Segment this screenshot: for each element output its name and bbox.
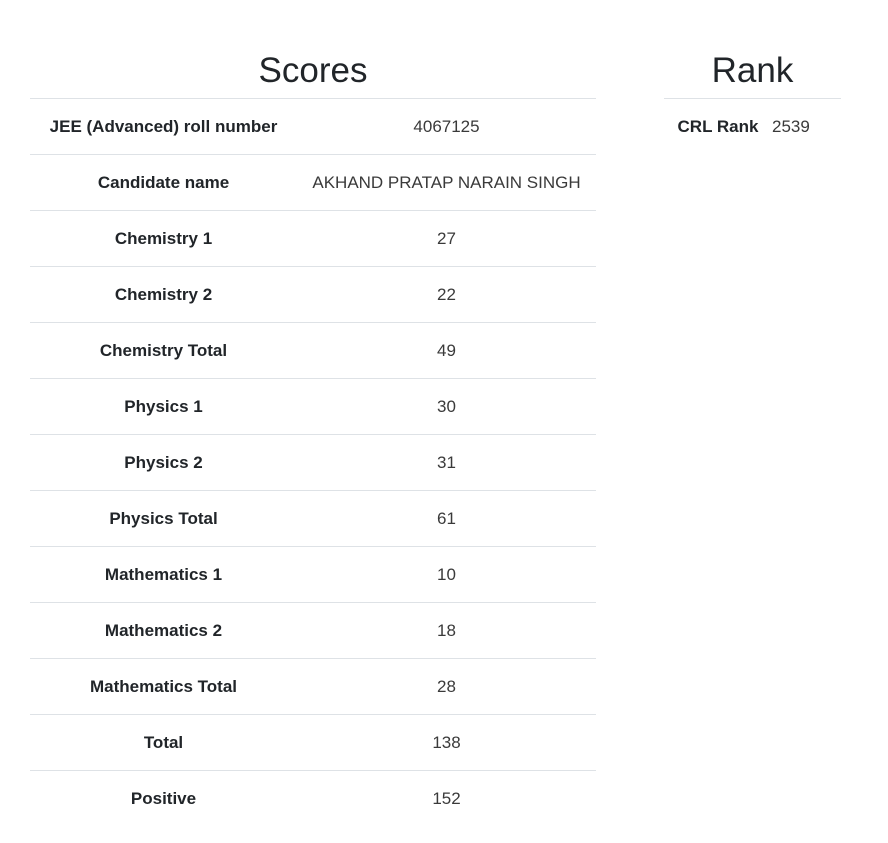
row-value: 10: [297, 546, 596, 603]
table-row-physics-2: Physics 2 31: [30, 434, 596, 491]
table-row-physics-1: Physics 1 30: [30, 378, 596, 435]
row-value: 4067125: [297, 98, 596, 155]
row-label: Mathematics 1: [30, 546, 297, 603]
row-value: 2539: [772, 98, 841, 154]
row-label: Chemistry 2: [30, 266, 297, 323]
row-label: Physics 1: [30, 378, 297, 435]
table-row-mathematics-2: Mathematics 2 18: [30, 602, 596, 659]
row-label: Physics Total: [30, 490, 297, 547]
row-label: Positive: [30, 770, 297, 826]
rank-title: Rank: [711, 51, 794, 90]
table-row-physics-total: Physics Total 61: [30, 490, 596, 547]
row-value: 18: [297, 602, 596, 659]
row-label: JEE (Advanced) roll number: [30, 98, 297, 155]
row-label: Candidate name: [30, 154, 297, 211]
table-row-mathematics-1: Mathematics 1 10: [30, 546, 596, 603]
row-label: Chemistry Total: [30, 322, 297, 379]
row-label: Physics 2: [30, 434, 297, 491]
row-value: 152: [297, 770, 596, 826]
row-label: Mathematics Total: [30, 658, 297, 715]
row-value: AKHAND PRATAP NARAIN SINGH: [297, 154, 596, 211]
row-value: 31: [297, 434, 596, 491]
table-row-mathematics-total: Mathematics Total 28: [30, 658, 596, 715]
table-row-positive: Positive 152: [30, 770, 596, 826]
table-row-chemistry-total: Chemistry Total 49: [30, 322, 596, 379]
row-value: 27: [297, 210, 596, 267]
row-value: 28: [297, 658, 596, 715]
row-label: Mathematics 2: [30, 602, 297, 659]
scores-title: Scores: [258, 51, 368, 90]
table-row-crl-rank: CRL Rank 2539: [664, 98, 841, 154]
row-value: 49: [297, 322, 596, 379]
scores-panel: Scores JEE (Advanced) roll number 406712…: [30, 44, 596, 826]
row-value: 30: [297, 378, 596, 435]
row-label: Total: [30, 714, 297, 771]
table-row-roll-number: JEE (Advanced) roll number 4067125: [30, 98, 596, 155]
row-value: 22: [297, 266, 596, 323]
table-row-chemistry-2: Chemistry 2 22: [30, 266, 596, 323]
row-label: Chemistry 1: [30, 210, 297, 267]
table-row-total: Total 138: [30, 714, 596, 771]
row-value: 61: [297, 490, 596, 547]
table-row-candidate-name: Candidate name AKHAND PRATAP NARAIN SING…: [30, 154, 596, 211]
row-value: 138: [297, 714, 596, 771]
scores-table: JEE (Advanced) roll number 4067125 Candi…: [30, 98, 596, 826]
row-label: CRL Rank: [664, 98, 772, 154]
rank-panel: Rank CRL Rank 2539: [664, 44, 841, 154]
table-row-chemistry-1: Chemistry 1 27: [30, 210, 596, 267]
rank-table: CRL Rank 2539: [664, 98, 841, 154]
